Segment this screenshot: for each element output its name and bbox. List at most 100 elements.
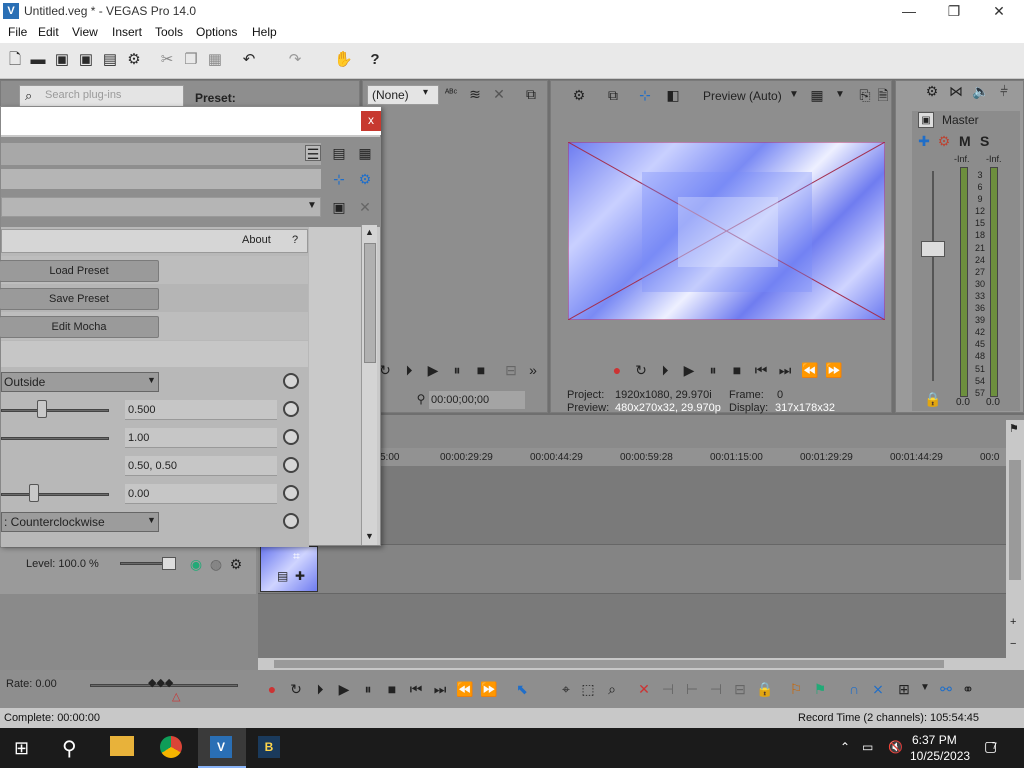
- add-marker-icon[interactable]: ⊟: [503, 362, 519, 378]
- play-from-start-icon[interactable]: ⏵: [312, 681, 328, 697]
- clock-time[interactable]: 6:37 PM: [912, 733, 957, 747]
- video-track-lane[interactable]: [258, 544, 1006, 594]
- delete-preset-icon[interactable]: ✕: [357, 199, 373, 215]
- compositing-mode-icon[interactable]: ◉: [188, 556, 204, 572]
- view-details-icon[interactable]: ▤: [331, 145, 347, 161]
- param-slider-2-thumb[interactable]: [37, 400, 47, 418]
- trim-end-icon[interactable]: ⊣: [708, 681, 724, 697]
- insert-marker-icon[interactable]: ⚐: [788, 681, 804, 697]
- rate-thumb-icon[interactable]: ◆◆◆: [148, 676, 173, 689]
- loop-playback-icon[interactable]: ↻: [288, 681, 304, 697]
- scroll-down-icon[interactable]: ▼: [365, 531, 374, 541]
- param-slider-3[interactable]: [1, 437, 109, 440]
- lock-envelopes-icon[interactable]: ⚯: [938, 681, 954, 697]
- undo-icon[interactable]: ↶: [240, 51, 258, 69]
- play-icon[interactable]: ▶: [681, 362, 697, 378]
- whats-this-help-icon[interactable]: ?: [366, 51, 384, 69]
- search-icon[interactable]: ⚲: [62, 736, 77, 761]
- timeline-vertical-scrollbar[interactable]: ⚑ + −: [1006, 420, 1024, 670]
- properties-gear-icon[interactable]: ⚙: [125, 51, 143, 69]
- stop-icon[interactable]: ■: [729, 362, 745, 378]
- chrome-icon[interactable]: [160, 736, 182, 758]
- trim-icon[interactable]: ⊣: [660, 681, 676, 697]
- scroll-up-icon[interactable]: ▲: [365, 227, 374, 237]
- param-slider-5-thumb[interactable]: [29, 484, 39, 502]
- plugin-chain-bar[interactable]: [1, 169, 321, 189]
- keyframe-clock-icon[interactable]: [283, 513, 299, 529]
- split-icon[interactable]: ⊟: [732, 681, 748, 697]
- keyframe-clock-icon[interactable]: [283, 457, 299, 473]
- downmix-icon[interactable]: ⋈: [948, 83, 964, 99]
- copy-snapshot-icon[interactable]: ⎘: [857, 87, 873, 103]
- solo-button[interactable]: S: [980, 133, 989, 149]
- plugin-help-button[interactable]: ?: [292, 234, 298, 246]
- external-monitor-icon[interactable]: ⧉: [605, 87, 621, 103]
- play-icon[interactable]: ▶: [336, 681, 352, 697]
- save-snapshot-icon[interactable]: 🗎: [875, 87, 891, 103]
- speaker-icon[interactable]: 🔈: [972, 83, 989, 99]
- pause-icon[interactable]: ⏸: [705, 362, 721, 378]
- ignore-grouping-icon[interactable]: ⚭: [960, 681, 976, 697]
- next-frame-icon[interactable]: ⏩: [480, 681, 497, 697]
- edit-mocha-button[interactable]: Edit Mocha: [0, 316, 159, 338]
- menu-tools[interactable]: Tools: [155, 25, 183, 39]
- delete-icon[interactable]: ✕: [491, 86, 507, 102]
- maximize-button[interactable]: ❐: [931, 0, 977, 22]
- keyframe-clock-icon[interactable]: [283, 401, 299, 417]
- view-list-icon[interactable]: ☰: [305, 145, 321, 162]
- next-icon[interactable]: »: [525, 362, 541, 378]
- marker-flag-icon[interactable]: ⚑: [1009, 422, 1019, 435]
- preview-fx-icon[interactable]: ◧: [665, 87, 681, 103]
- master-settings-gear-icon[interactable]: ⚙: [924, 83, 940, 99]
- spellcheck-icon[interactable]: ᴬᴮᶜ: [443, 86, 459, 102]
- event-fx-icon[interactable]: ▤: [277, 569, 288, 583]
- tool-icon[interactable]: ✋: [334, 51, 353, 69]
- mute-button[interactable]: M: [959, 133, 971, 149]
- param-value-3[interactable]: 1.00: [125, 428, 277, 448]
- insert-region-icon[interactable]: ⚑: [812, 681, 828, 697]
- previous-frame-icon[interactable]: ⏪: [801, 362, 818, 378]
- save-icon[interactable]: ▣: [53, 51, 71, 69]
- loop-playback-icon[interactable]: ↻: [633, 362, 649, 378]
- save-preset-icon[interactable]: ▣: [331, 199, 347, 215]
- view-grid-icon[interactable]: ▦: [357, 145, 373, 161]
- overlays-grid-icon[interactable]: ▦: [809, 87, 825, 103]
- copy-icon[interactable]: ❐: [182, 51, 200, 69]
- lock-event-icon[interactable]: 🔒: [756, 681, 773, 697]
- track-fx-icon[interactable]: ⚙: [228, 556, 244, 572]
- normal-edit-tool-icon[interactable]: ⬉: [514, 681, 530, 697]
- keyframe-clock-icon[interactable]: [283, 485, 299, 501]
- save-preset-button[interactable]: Save Preset: [0, 288, 159, 310]
- menu-file[interactable]: File: [8, 25, 27, 39]
- video-clip-event[interactable]: ⌗ ▤ ✚: [260, 546, 318, 592]
- play-from-start-icon[interactable]: ⏵: [657, 362, 673, 378]
- pause-icon[interactable]: ⏸: [449, 362, 465, 378]
- crop-icon[interactable]: ⌗: [293, 549, 300, 564]
- param-combo-6[interactable]: : Counterclockwise: [1, 512, 159, 532]
- param-value-4[interactable]: 0.50, 0.50: [125, 456, 277, 476]
- boris-fx-icon[interactable]: B: [258, 736, 280, 758]
- open-folder-icon[interactable]: ▬: [29, 51, 47, 69]
- param-combo-1[interactable]: Outside: [1, 372, 159, 392]
- insert-fx-icon[interactable]: ✚: [916, 133, 932, 149]
- previous-frame-icon[interactable]: ⏪: [456, 681, 473, 697]
- menu-options[interactable]: Options: [196, 25, 237, 39]
- envelope-tool-icon[interactable]: ⌖: [558, 681, 574, 697]
- record-icon[interactable]: ●: [264, 681, 280, 697]
- master-fader-handle[interactable]: [921, 241, 945, 257]
- menu-view[interactable]: View: [72, 25, 98, 39]
- fx-gear-icon[interactable]: ⚙: [936, 133, 952, 149]
- add-plugin-icon[interactable]: ⚙: [357, 171, 373, 187]
- parent-motion-icon[interactable]: ◍: [208, 556, 224, 572]
- menu-edit[interactable]: Edit: [38, 25, 59, 39]
- preview-quality-dropdown[interactable]: Preview (Auto): [703, 89, 782, 103]
- dialog-close-button[interactable]: x: [361, 111, 381, 131]
- track-level-thumb[interactable]: [162, 557, 176, 570]
- cut-icon[interactable]: ✂: [158, 51, 176, 69]
- pause-icon[interactable]: ⏸: [360, 681, 376, 697]
- auto-crossfade-icon[interactable]: ⨯: [870, 681, 886, 697]
- clock-date[interactable]: 10/25/2023: [910, 749, 970, 763]
- track-level-slider[interactable]: [120, 562, 168, 565]
- render-icon[interactable]: ▤: [101, 51, 119, 69]
- file-explorer-icon[interactable]: [110, 736, 134, 756]
